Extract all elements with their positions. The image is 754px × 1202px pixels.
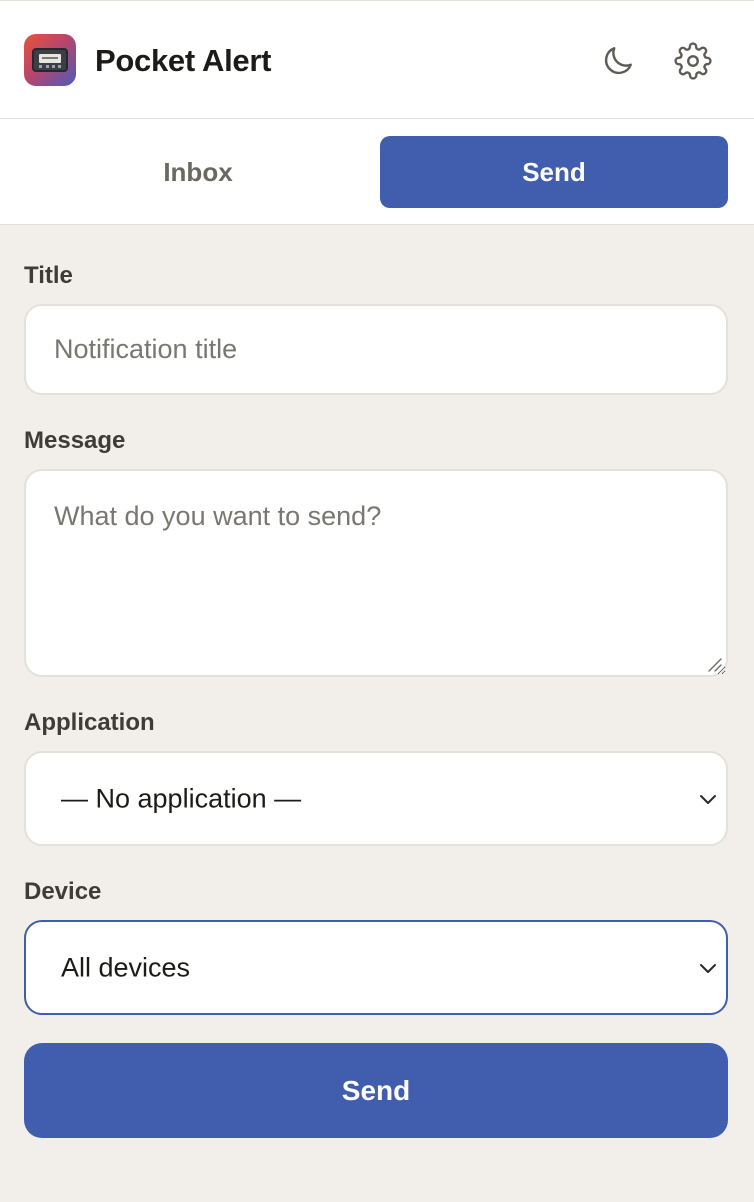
pager-icon	[24, 34, 76, 86]
application-label: Application	[24, 709, 155, 736]
device-selected-value: All devices	[61, 952, 191, 982]
settings-button[interactable]	[673, 41, 713, 81]
application-select[interactable]: — No application —	[24, 751, 728, 846]
chevron-down-icon	[700, 794, 716, 804]
app-root: Pocket Alert Inbox Send Title Message Ap…	[0, 0, 754, 1202]
title-label: Title	[24, 262, 73, 289]
send-button[interactable]: Send	[24, 1043, 728, 1138]
gear-icon	[674, 42, 712, 80]
moon-icon	[604, 47, 632, 75]
tab-bar: Inbox Send	[0, 119, 754, 225]
app-header: Pocket Alert	[0, 0, 754, 119]
dark-mode-button[interactable]	[598, 41, 638, 81]
app-title: Pocket Alert	[95, 43, 272, 78]
tab-inbox[interactable]: Inbox	[24, 136, 372, 208]
message-label: Message	[24, 427, 126, 454]
tab-send[interactable]: Send	[380, 136, 728, 208]
device-select[interactable]: All devices	[24, 920, 728, 1015]
resize-grip-icon[interactable]	[706, 656, 722, 672]
message-textarea[interactable]	[24, 469, 728, 677]
device-label: Device	[24, 878, 102, 905]
application-selected-value: — No application —	[61, 783, 302, 813]
title-input[interactable]	[24, 304, 728, 395]
chevron-down-icon	[700, 963, 716, 973]
